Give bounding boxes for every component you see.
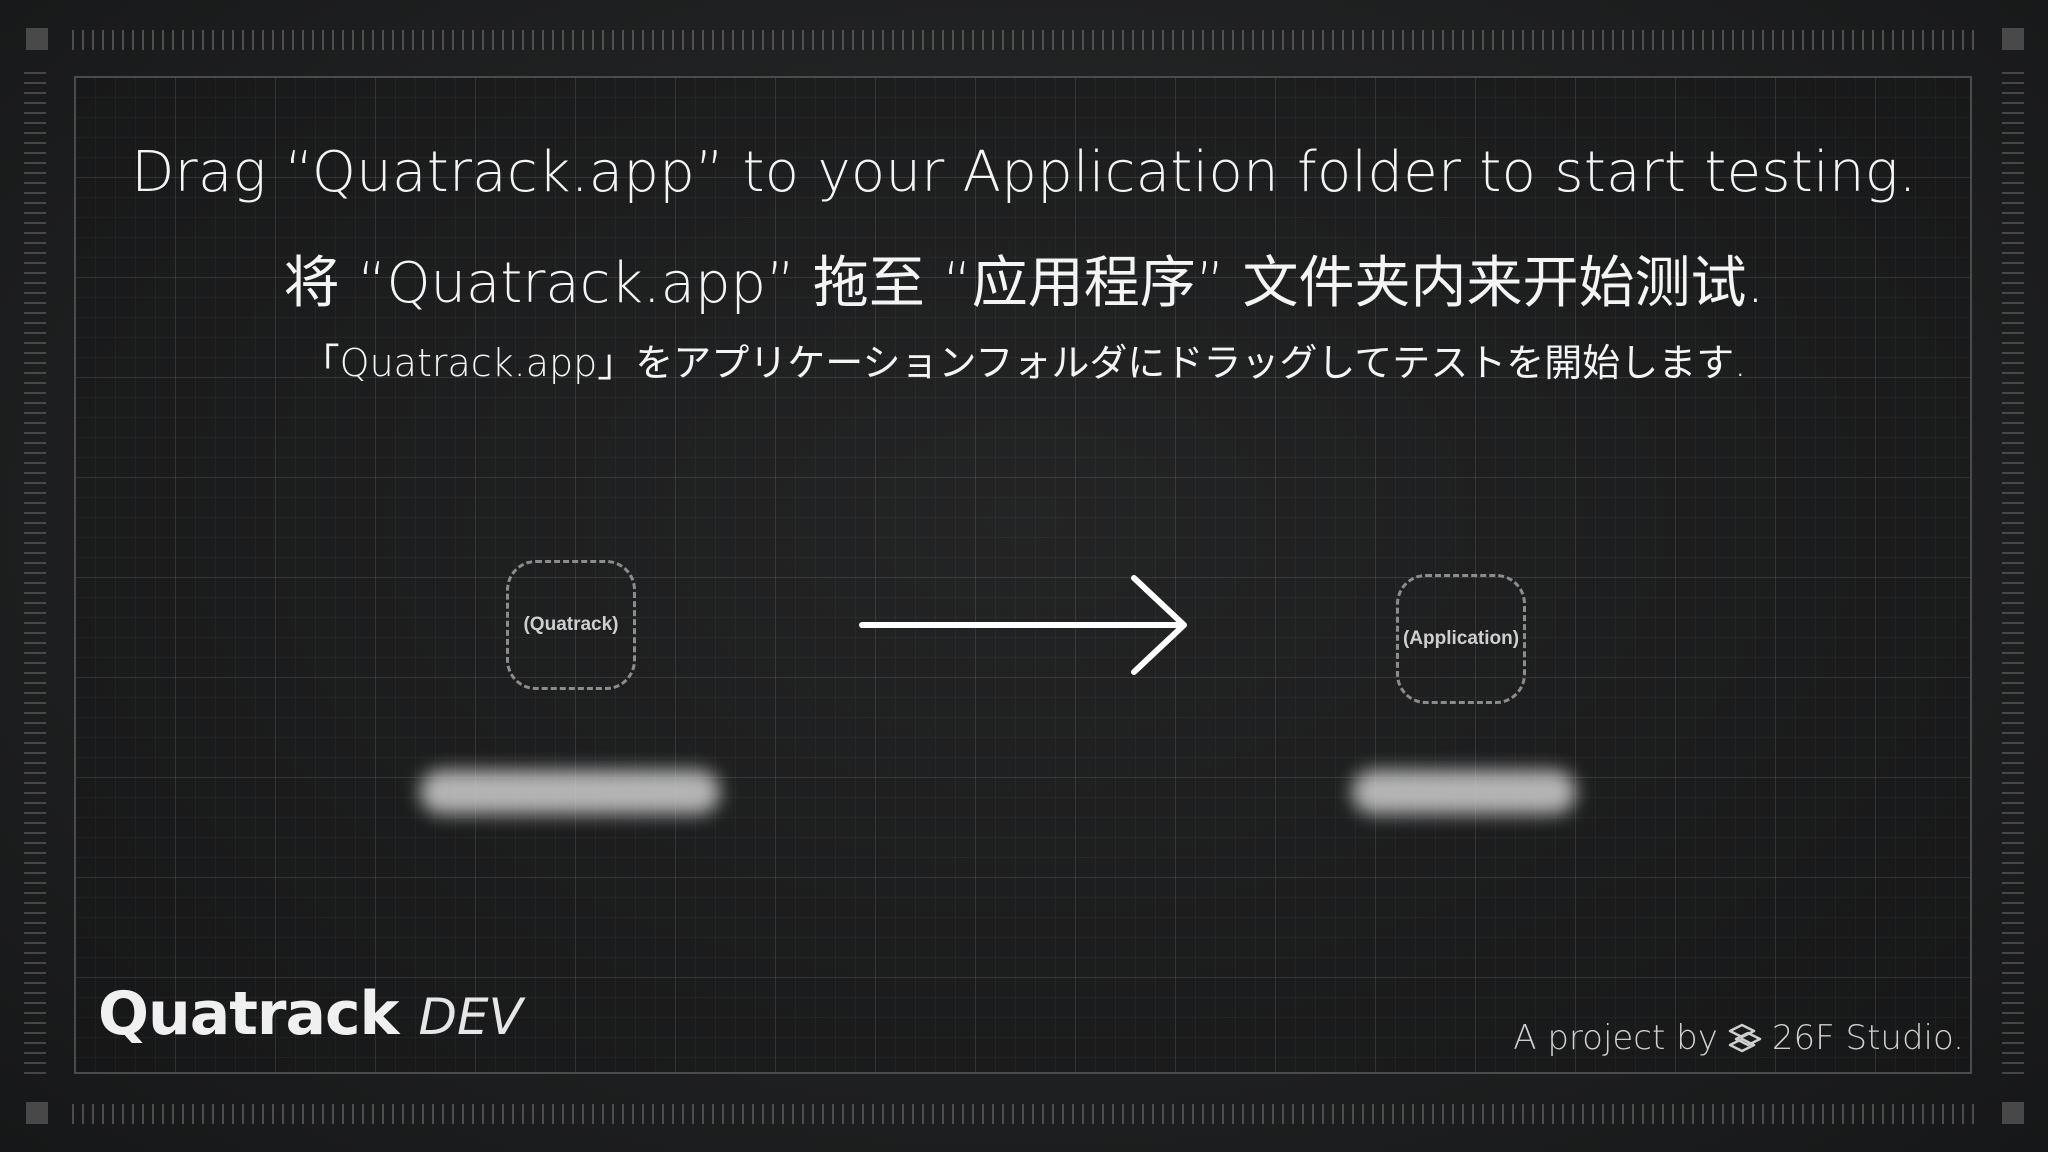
instruction-japanese: 「Quatrack.app」をアプリケーションフォルダにドラッグしてテストを開始… — [301, 341, 1747, 385]
credit-prefix: A project by — [1513, 1018, 1718, 1058]
instruction-english: Drag “Quatrack.app” to your Application … — [131, 140, 1917, 205]
right-ruler — [2002, 72, 2024, 1080]
credit-studio: 26F Studio. — [1771, 1018, 1964, 1058]
corner-marker — [26, 28, 48, 50]
quatrack-app-icon-slot[interactable]: (Quatrack) — [506, 560, 636, 690]
studio-credit: A project by 26F Studio. — [1513, 1018, 1964, 1058]
quatrack-label-glow — [420, 770, 720, 814]
application-label-glow — [1352, 770, 1576, 814]
left-ruler — [24, 72, 46, 1080]
quatrack-logo: Quatrack — [98, 979, 399, 1049]
studio-logo-icon — [1728, 1023, 1762, 1053]
dev-suffix: DEV — [418, 988, 523, 1046]
application-folder-icon-slot[interactable]: (Application) — [1396, 574, 1526, 704]
corner-marker — [26, 1102, 48, 1124]
quatrack-slot-label: (Quatrack) — [523, 614, 619, 635]
top-ruler — [72, 30, 1976, 50]
instruction-chinese: 将 “Quatrack.app” 拖至 “应用程序” 文件夹内来开始测试. — [283, 251, 1765, 316]
brand-lockup: Quatrack DEV — [98, 984, 523, 1046]
dmg-installer-window: Drag “Quatrack.app” to your Application … — [0, 0, 2048, 1152]
bottom-ruler — [72, 1104, 1976, 1124]
application-slot-label: (Application) — [1402, 628, 1520, 649]
arrow-right-icon — [859, 575, 1187, 675]
corner-marker — [2002, 1102, 2024, 1124]
corner-marker — [2002, 28, 2024, 50]
